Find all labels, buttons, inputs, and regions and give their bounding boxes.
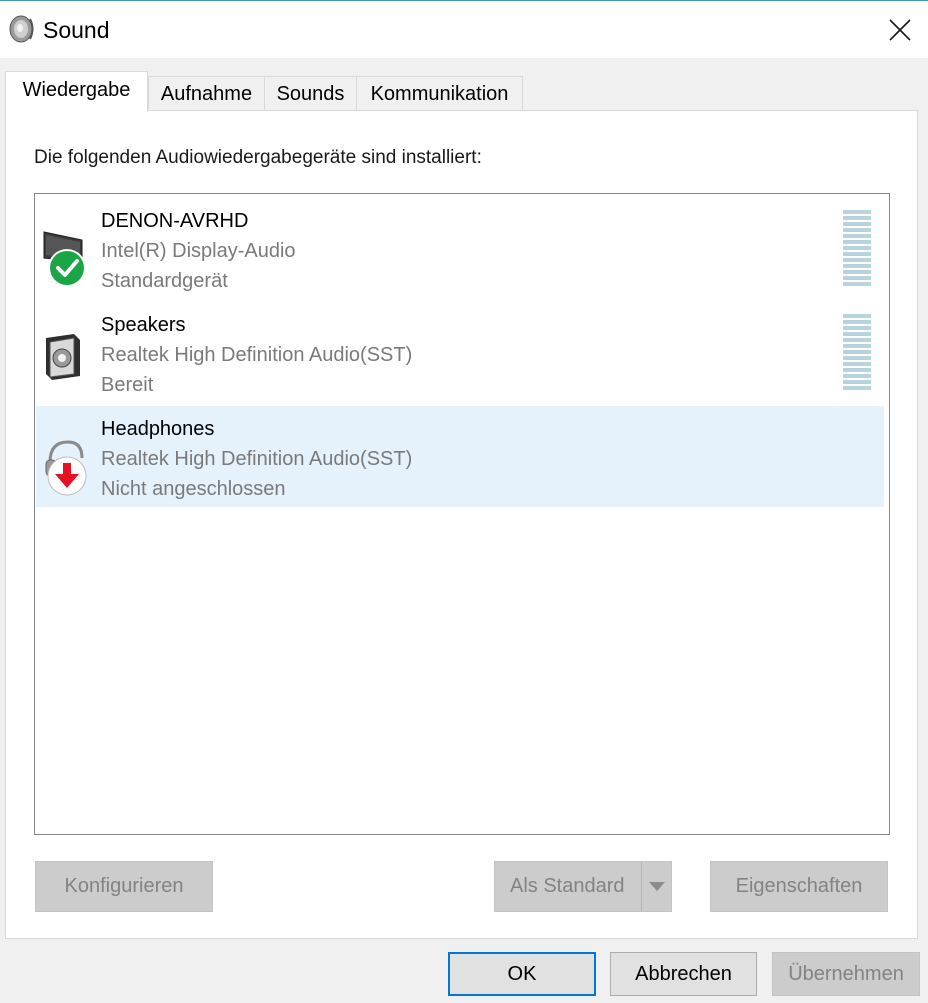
cancel-label: Abbrechen xyxy=(635,962,732,985)
properties-button[interactable]: Eigenschaften xyxy=(710,861,888,912)
device-status: Bereit xyxy=(101,374,154,396)
device-status: Nicht angeschlossen xyxy=(101,478,286,500)
window-title: Sound xyxy=(43,17,110,43)
device-item-headphones[interactable]: Headphones Realtek High Definition Audio… xyxy=(36,406,884,507)
volume-meter xyxy=(843,210,871,288)
apply-button[interactable]: Übernehmen xyxy=(772,952,920,996)
tab-kommunikation[interactable]: Kommunikation xyxy=(356,76,523,111)
set-default-split-button[interactable]: Als Standard xyxy=(494,861,672,912)
cancel-button[interactable]: Abbrechen xyxy=(610,952,757,996)
configure-button[interactable]: Konfigurieren xyxy=(35,861,213,912)
device-driver: Realtek High Definition Audio(SST) xyxy=(101,344,413,366)
device-item-speakers[interactable]: Speakers Realtek High Definition Audio(S… xyxy=(36,302,884,403)
set-default-label: Als Standard xyxy=(510,875,625,897)
tab-bar: Wiedergabe Aufnahme Sounds Kommunikation xyxy=(5,71,605,112)
title-bar: Sound xyxy=(0,2,928,58)
device-driver: Realtek High Definition Audio(SST) xyxy=(101,448,413,470)
tab-sounds[interactable]: Sounds xyxy=(264,76,357,111)
ok-label: OK xyxy=(507,962,537,985)
properties-label: Eigenschaften xyxy=(735,875,863,897)
chevron-down-icon[interactable] xyxy=(641,862,671,911)
tab-aufnahme[interactable]: Aufnahme xyxy=(148,76,265,111)
tab-label: Sounds xyxy=(276,83,345,105)
sound-dialog: Sound Wiedergabe Aufnahme Sounds Kommuni… xyxy=(0,0,928,1003)
close-icon xyxy=(889,19,911,41)
tab-label: Aufnahme xyxy=(160,83,253,105)
headphones-icon xyxy=(42,426,90,498)
apply-label: Übernehmen xyxy=(788,962,904,985)
volume-meter xyxy=(843,314,871,392)
device-name: Speakers xyxy=(101,314,186,336)
tab-label: Wiedergabe xyxy=(22,79,131,101)
intro-text: Die folgenden Audiowiedergabegeräte sind… xyxy=(34,147,482,168)
device-name: DENON-AVRHD xyxy=(101,210,249,232)
playback-panel: Die folgenden Audiowiedergabegeräte sind… xyxy=(5,110,918,939)
close-button[interactable] xyxy=(872,2,928,58)
monitor-icon xyxy=(42,218,90,290)
device-driver: Intel(R) Display-Audio xyxy=(101,240,296,262)
tab-label: Kommunikation xyxy=(370,83,509,105)
tab-wiedergabe[interactable]: Wiedergabe xyxy=(5,71,148,112)
device-list[interactable]: DENON-AVRHD Intel(R) Display-Audio Stand… xyxy=(34,193,890,835)
device-name: Headphones xyxy=(101,418,215,440)
speaker-icon xyxy=(42,322,90,394)
ok-button[interactable]: OK xyxy=(448,952,596,996)
default-check-icon xyxy=(50,251,84,285)
device-status: Standardgerät xyxy=(101,270,228,292)
configure-label: Konfigurieren xyxy=(64,875,184,897)
device-item-denon[interactable]: DENON-AVRHD Intel(R) Display-Audio Stand… xyxy=(36,198,884,299)
speaker-app-icon xyxy=(8,14,36,44)
